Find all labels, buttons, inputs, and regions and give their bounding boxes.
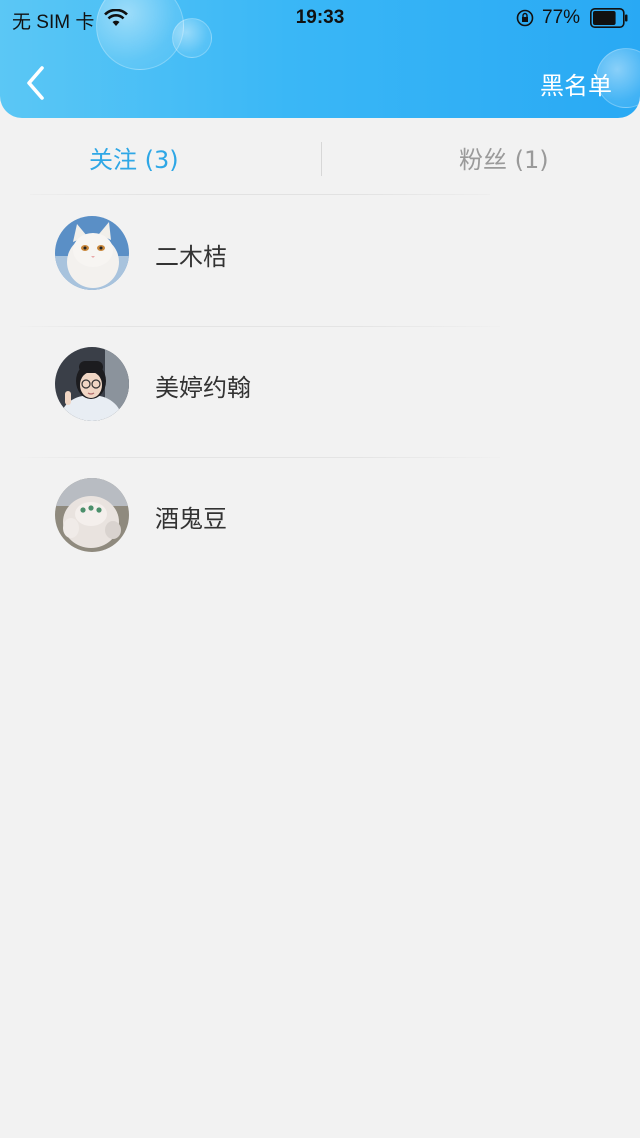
list-item[interactable]: 二木桔 bbox=[0, 196, 640, 327]
tab-following[interactable]: 关注 (3) bbox=[89, 140, 179, 175]
battery-percent: 77% bbox=[542, 7, 581, 28]
user-name: 二木桔 bbox=[155, 243, 227, 271]
tab-divider-line bbox=[30, 194, 490, 195]
list-item[interactable]: 酒鬼豆 bbox=[0, 458, 640, 589]
tab-fans[interactable]: 粉丝 (1) bbox=[459, 140, 549, 175]
back-button[interactable] bbox=[18, 62, 58, 102]
battery-icon bbox=[590, 8, 628, 28]
blacklist-button[interactable]: 黑名单 bbox=[540, 66, 612, 101]
white-cat-avatar[interactable] bbox=[55, 216, 129, 290]
list-item[interactable]: 美婷约翰 bbox=[0, 327, 640, 458]
fluffy-dog-avatar[interactable] bbox=[55, 478, 129, 552]
header-bar: 无 SIM 卡 19:33 77% 黑名单 bbox=[0, 0, 640, 118]
tab-divider bbox=[321, 142, 322, 176]
rotation-lock-icon bbox=[516, 9, 534, 27]
user-name: 美婷约翰 bbox=[155, 374, 251, 402]
tab-bar: 关注 (3) 粉丝 (1) bbox=[0, 118, 640, 196]
status-bar: 无 SIM 卡 19:33 77% bbox=[0, 0, 640, 36]
girl-with-glasses-avatar[interactable] bbox=[55, 347, 129, 421]
user-name: 酒鬼豆 bbox=[155, 505, 227, 533]
following-list: 二木桔 美婷约翰 酒鬼豆 bbox=[0, 196, 640, 589]
chevron-left-icon bbox=[27, 66, 44, 100]
